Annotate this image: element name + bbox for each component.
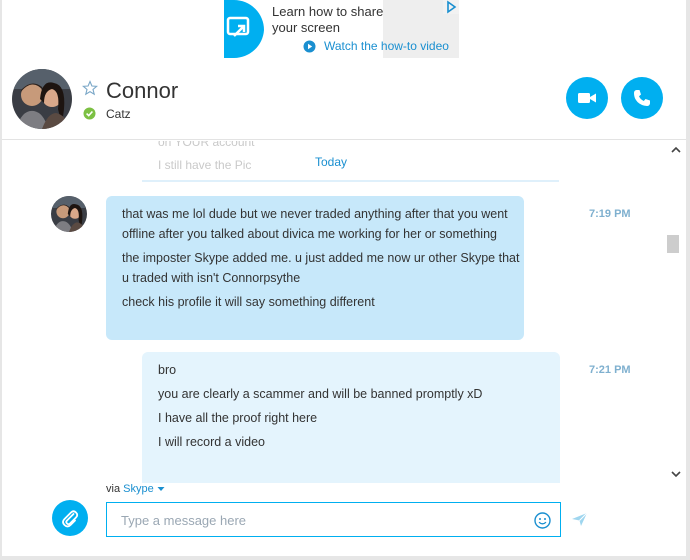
message-text: I have all the proof right here xyxy=(158,411,318,425)
via-prefix: via xyxy=(106,483,121,495)
faded-message-line: on YOUR account xyxy=(158,141,255,149)
sender-avatar[interactable] xyxy=(51,196,87,232)
outgoing-message-bubble[interactable]: bro you are clearly a scammer and will b… xyxy=(142,352,560,483)
ad-choices-icon[interactable] xyxy=(443,0,459,14)
message-text: you are clearly a scammer and will be ba… xyxy=(158,387,483,401)
ad-title: Learn how to share your screen xyxy=(272,4,384,35)
message-text: the imposter Skype added me. u just adde… xyxy=(122,251,520,285)
faded-message-line: I still have the Pic xyxy=(158,158,252,172)
paperclip-icon xyxy=(62,510,79,528)
send-icon[interactable] xyxy=(571,511,588,528)
message-text: check his profile it will say something … xyxy=(122,295,375,309)
audio-call-button[interactable] xyxy=(621,77,663,119)
date-divider-line xyxy=(142,180,559,182)
window-border-bottom xyxy=(0,556,690,560)
message-history[interactable]: on YOUR account I still have the Pic Tod… xyxy=(2,141,666,483)
ad-banner[interactable]: Learn how to share your screen Watch the… xyxy=(224,0,459,58)
attach-button[interactable] xyxy=(52,500,88,536)
contact-mood: Catz xyxy=(106,107,131,121)
screen-share-icon xyxy=(224,0,264,58)
message-input[interactable] xyxy=(121,511,516,529)
online-status-icon xyxy=(83,107,96,120)
ad-link[interactable]: Watch the how-to video xyxy=(302,39,449,53)
message-box[interactable] xyxy=(106,502,561,537)
message-timestamp: 7:19 PM xyxy=(589,208,631,220)
via-service-selector[interactable]: via Skype xyxy=(106,483,165,495)
window-border-right xyxy=(686,0,690,560)
chevron-down-icon[interactable] xyxy=(157,486,165,492)
scroll-down-icon[interactable] xyxy=(670,469,682,479)
video-camera-icon xyxy=(578,93,596,103)
message-timestamp: 7:21 PM xyxy=(589,364,631,376)
scrollbar-thumb[interactable] xyxy=(667,235,679,253)
video-call-button[interactable] xyxy=(566,77,608,119)
scrollbar[interactable] xyxy=(666,141,686,483)
emoticon-icon[interactable] xyxy=(534,512,551,529)
favorite-star-icon[interactable] xyxy=(82,80,98,96)
scroll-up-icon[interactable] xyxy=(670,145,682,155)
incoming-message-bubble[interactable]: that was me lol dude but we never traded… xyxy=(106,196,524,340)
date-divider-label: Today xyxy=(315,155,348,169)
phone-icon xyxy=(634,90,650,106)
message-text: that was me lol dude but we never traded… xyxy=(122,207,508,241)
message-text: bro xyxy=(158,363,177,377)
conversation-header: Connor Catz xyxy=(2,58,686,140)
contact-avatar[interactable] xyxy=(12,69,72,129)
via-service-link[interactable]: Skype xyxy=(123,483,154,495)
contact-name: Connor xyxy=(106,78,179,103)
message-text: I will record a video xyxy=(158,435,265,449)
